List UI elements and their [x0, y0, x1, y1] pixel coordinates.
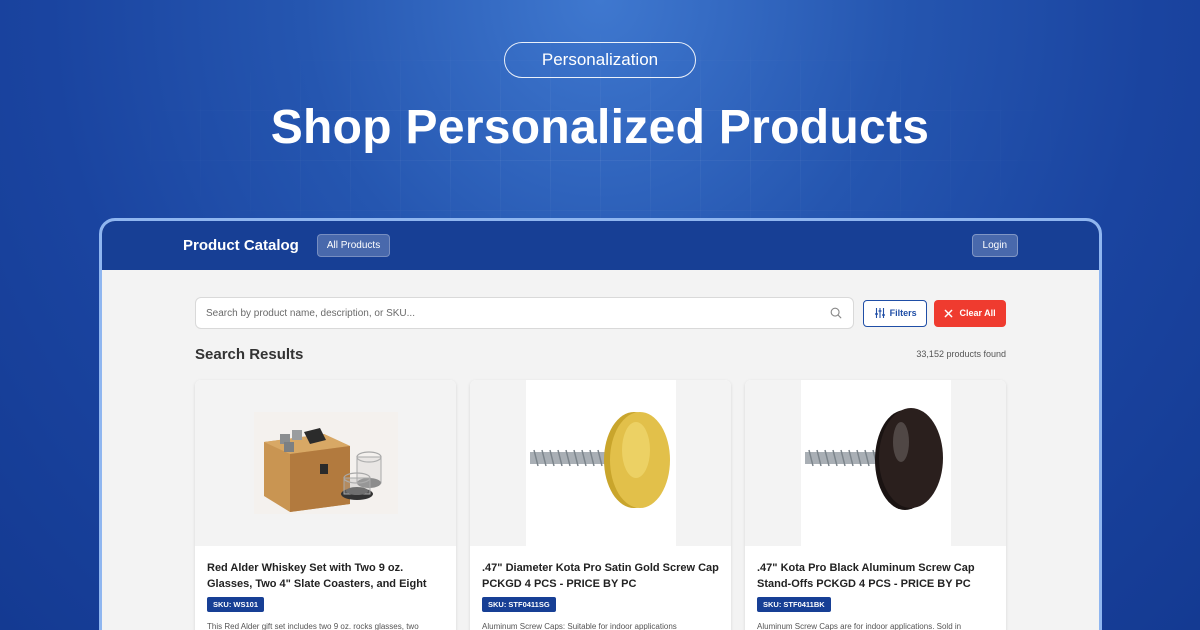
product-grid: Red Alder Whiskey Set with Two 9 oz. Gla…: [195, 380, 1006, 630]
product-card-body: .47" Diameter Kota Pro Satin Gold Screw …: [470, 546, 731, 630]
clear-all-label: Clear All: [959, 308, 996, 318]
sku-badge: SKU: STF0411BK: [757, 597, 831, 612]
product-image-area[interactable]: [470, 380, 731, 546]
close-icon: [945, 309, 953, 317]
product-card[interactable]: .47" Diameter Kota Pro Satin Gold Screw …: [470, 380, 731, 630]
search-box[interactable]: [195, 297, 855, 329]
gold-screw-cap-image[interactable]: [525, 380, 676, 546]
results-count: 33,152 products found: [916, 349, 1006, 359]
product-description: Aluminum Screw Caps are for indoor appli…: [757, 622, 962, 630]
whiskey-set-image[interactable]: [253, 412, 398, 514]
product-card-body: Red Alder Whiskey Set with Two 9 oz. Gla…: [195, 546, 456, 630]
search-input[interactable]: [206, 307, 830, 319]
hero-title: Shop Personalized Products: [270, 101, 930, 154]
search-icon[interactable]: [829, 306, 843, 320]
results-title: Search Results: [195, 345, 304, 363]
clear-all-button[interactable]: Clear All: [934, 299, 1006, 327]
product-title[interactable]: .47" Kota Pro Black Aluminum Screw Cap S…: [757, 560, 994, 592]
product-card-body: .47" Kota Pro Black Aluminum Screw Cap S…: [745, 546, 1006, 630]
product-description: This Red Alder gift set includes two 9 o…: [207, 622, 419, 630]
all-products-button[interactable]: All Products: [316, 234, 391, 257]
login-button[interactable]: Login: [971, 234, 1018, 257]
product-card[interactable]: .47" Kota Pro Black Aluminum Screw Cap S…: [745, 380, 1006, 630]
black-screw-cap-image[interactable]: [800, 380, 951, 546]
search-row: Filters Clear All: [195, 297, 1006, 329]
sliders-icon: [874, 308, 885, 318]
app-header: Product Catalog All Products Login: [102, 221, 1099, 270]
app-window: Product Catalog All Products Login Searc…: [99, 218, 1102, 630]
product-image-area[interactable]: [745, 380, 1006, 546]
product-card[interactable]: Red Alder Whiskey Set with Two 9 oz. Gla…: [195, 380, 456, 630]
main-content: Filters Clear All Search Results 33,152 …: [102, 270, 1099, 630]
sku-badge: SKU: STF0411SG: [482, 597, 556, 612]
app-title[interactable]: Product Catalog: [183, 237, 299, 254]
filters-button[interactable]: Filters: [863, 299, 928, 327]
product-description: Aluminum Screw Caps: Suitable for indoor…: [482, 622, 677, 630]
filters-label: Filters: [889, 308, 917, 318]
personalization-badge: Personalization: [504, 42, 696, 78]
product-title[interactable]: Red Alder Whiskey Set with Two 9 oz. Gla…: [207, 560, 444, 592]
sku-badge: SKU: WS101: [207, 597, 265, 612]
product-image-area[interactable]: [195, 380, 456, 546]
results-header: Search Results 33,152 products found: [195, 345, 1006, 363]
product-title[interactable]: .47" Diameter Kota Pro Satin Gold Screw …: [482, 560, 719, 592]
